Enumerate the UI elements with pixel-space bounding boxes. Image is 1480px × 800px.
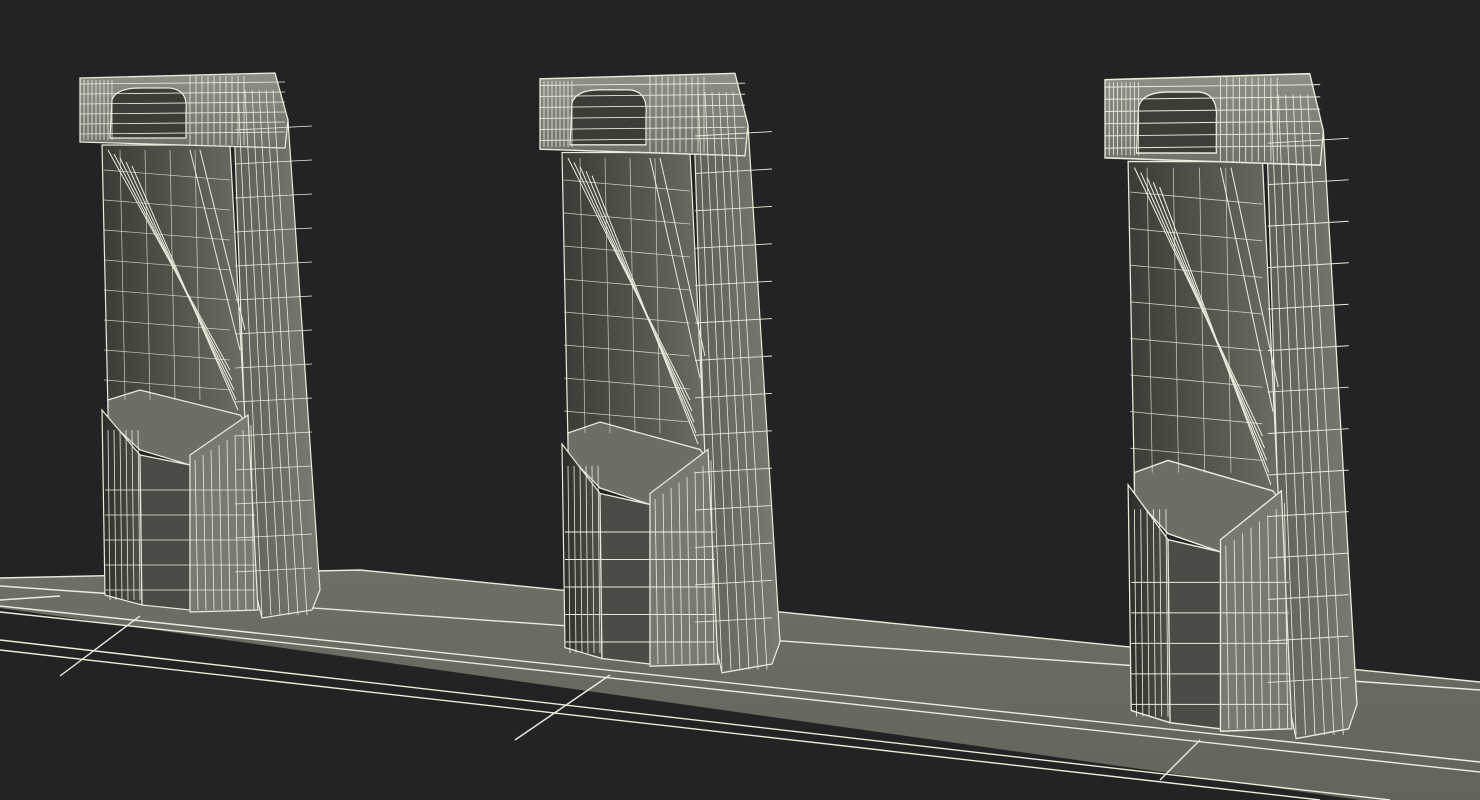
render-viewport [0, 0, 1480, 800]
holder-middle [539, 72, 781, 674]
scene-svg [0, 0, 1480, 800]
holder-right [1104, 72, 1358, 740]
holder-left [79, 72, 321, 619]
